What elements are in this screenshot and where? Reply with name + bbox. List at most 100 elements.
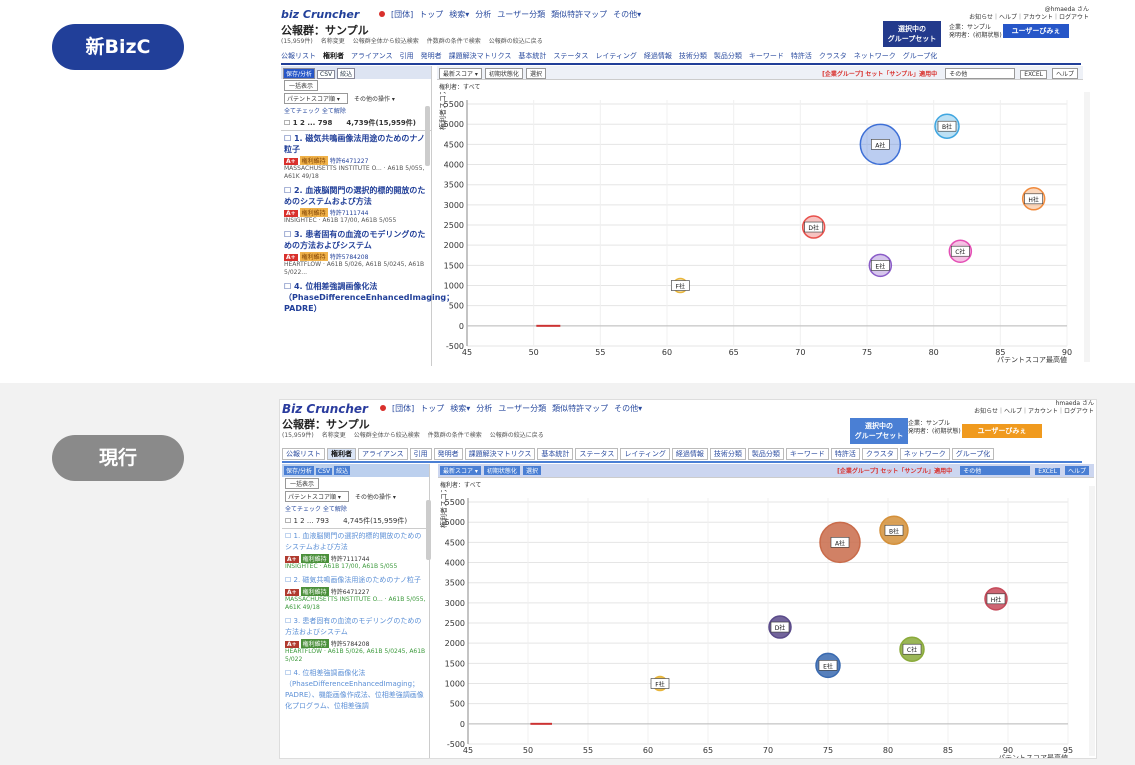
tab-1[interactable]: 権利者 [327, 448, 356, 460]
sort-select[interactable]: パテントスコア順 ▾ [284, 93, 348, 104]
tab-13[interactable]: 特許活 [791, 52, 812, 60]
top-nav-item[interactable]: その他▾ [613, 10, 641, 19]
check-all-link[interactable]: 全てチェック 全て解除 [281, 105, 431, 116]
help-button[interactable]: ヘルプ [1064, 466, 1089, 475]
bubble[interactable]: A社 [819, 521, 861, 564]
top-nav-item[interactable]: 類似特許マップ [551, 10, 607, 19]
pagination[interactable]: ☐ 1 2 ... 798 [284, 119, 332, 127]
list-item[interactable]: ☐ 4. 位相差強調画像化法（PhaseDifferenceEnhancedIm… [281, 279, 454, 316]
top-nav-item[interactable]: [団体] [391, 10, 413, 19]
bubble[interactable]: A社 [859, 123, 902, 166]
bubble[interactable]: D社 [801, 215, 826, 239]
patent-number[interactable]: 特許7111744 [330, 210, 369, 217]
portfolio-action[interactable]: 名称変更 [322, 432, 346, 439]
patent-number[interactable]: 特許5784208 [330, 254, 369, 261]
chart-tool-button[interactable]: 選択 [525, 68, 546, 79]
corp-line[interactable]: 企業：サンプル [949, 24, 1002, 32]
patent-title[interactable]: ☐ 1. 磁気共鳴画像法用途のためのナノ粒子 [284, 133, 428, 155]
logo[interactable]: Biz Cruncher [282, 402, 368, 416]
patent-title[interactable]: ☐ 3. 患者固有の血流のモデリングのための方法およびシステム [284, 229, 428, 251]
portfolio-action[interactable]: 件数群の条件で検索 [428, 432, 482, 439]
score-select[interactable]: 最新スコア ▾ [440, 466, 481, 475]
tab-0[interactable]: 公報リスト [282, 448, 325, 460]
excel-button[interactable]: EXCEL [1035, 468, 1060, 475]
list-item[interactable]: ☐ 2. 血液脳関門の選択的標的開放のためのシステムおよび方法 A+ 権利維持 特許7… [281, 183, 431, 227]
tab-6[interactable]: 基本統計 [518, 52, 546, 60]
top-nav-item[interactable]: ユーザー分類 [498, 404, 546, 413]
bubble[interactable]: F社 [671, 277, 690, 294]
portfolio-action[interactable]: 公報群の絞込に戻る [490, 432, 544, 439]
tab-3[interactable]: 引用 [400, 52, 414, 60]
tab-1[interactable]: 権利者 [323, 52, 344, 60]
chart-scrollbar[interactable] [1084, 92, 1090, 362]
ops-select[interactable]: その他の操作 ▾ [354, 96, 395, 103]
patent-title[interactable]: ☐ 2. 磁気共鳴画像法用途のためのナノ粒子 [285, 575, 426, 586]
list-item[interactable]: ☐ 1. 磁気共鳴画像法用途のためのナノ粒子 A+ 権利維持 特許6471227 MAS… [281, 131, 431, 183]
portfolio-action[interactable]: 名称変更 [321, 38, 345, 45]
bubble[interactable]: E社 [868, 253, 893, 278]
tab-0[interactable]: 公報リスト [281, 52, 316, 60]
tab-12[interactable]: キーワード [749, 52, 784, 60]
tab-14[interactable]: クラスタ [861, 448, 898, 460]
other-select[interactable]: その他 [945, 68, 1016, 79]
pagination[interactable]: ☐ 1 2 ... 793 [285, 517, 329, 525]
chart-tool-button[interactable]: 初期状態化 [483, 466, 520, 475]
tab-2[interactable]: アライアンス [358, 448, 408, 460]
display-all-button[interactable]: 一括表示 [284, 80, 319, 91]
top-nav-item[interactable]: トップ [419, 10, 443, 19]
user-line[interactable]: @hmaeda さん [969, 6, 1089, 14]
sidebar-tool-button[interactable]: 絞込 [337, 68, 356, 79]
top-nav-item[interactable]: 検索▾ [449, 10, 469, 19]
tab-12[interactable]: キーワード [785, 448, 829, 460]
patent-number[interactable]: 特許6471227 [330, 158, 369, 165]
user-line[interactable]: お知らせ｜ヘルプ｜アカウント｜ログアウト [969, 14, 1089, 22]
sidebar-tool-button[interactable]: 絞込 [334, 466, 351, 475]
tab-11[interactable]: 製品分類 [747, 448, 784, 460]
tab-2[interactable]: アライアンス [351, 52, 393, 60]
tab-7[interactable]: ステータス [553, 52, 588, 60]
bubble[interactable]: H社 [984, 587, 1008, 611]
group-set-button[interactable]: 選択中の グループセット [850, 418, 908, 444]
bubble[interactable]: E社 [815, 652, 841, 679]
chart-tool-button[interactable]: 選択 [522, 466, 541, 475]
sidebar-tool-button[interactable]: 保存/分析 [284, 466, 315, 475]
list-item[interactable]: ☐ 4. 位相差強調画像化法（PhaseDifferenceEnhancedIm… [282, 666, 429, 714]
group-set-button[interactable]: 選択中の グループセット [883, 21, 941, 47]
bubble[interactable]: F社 [650, 675, 670, 692]
portfolio-action[interactable]: 公報群の絞込に戻る [489, 38, 543, 45]
display-all-button[interactable]: 一括表示 [285, 478, 320, 489]
tab-16[interactable]: グループ化 [903, 52, 938, 60]
bubble[interactable]: B社 [934, 113, 960, 139]
tab-15[interactable]: ネットワーク [899, 448, 950, 460]
patent-number[interactable]: 特許7111744 [331, 556, 370, 563]
portfolio-action[interactable]: 公報群全体から絞込検索 [353, 38, 419, 45]
bubble[interactable]: C社 [948, 239, 973, 263]
corp-line[interactable]: 発明者：(初期状態) [908, 428, 961, 436]
top-nav-item[interactable]: [団体] [392, 404, 414, 413]
patent-title[interactable]: ☐ 2. 血液脳関門の選択的標的開放のためのシステムおよび方法 [284, 185, 428, 207]
logo[interactable]: biz Cruncher [281, 8, 359, 21]
tab-13[interactable]: 特許活 [830, 448, 860, 460]
patent-number[interactable]: 特許5784208 [331, 641, 370, 648]
top-nav-item[interactable]: 類似特許マップ [552, 404, 608, 413]
tab-11[interactable]: 製品分類 [714, 52, 742, 60]
tab-14[interactable]: クラスタ [819, 52, 847, 60]
group-applied-label[interactable]: [企業グループ] セット「サンプル」適用中 [819, 69, 940, 78]
other-select[interactable]: その他 [960, 466, 1031, 475]
list-item[interactable]: ☐ 3. 患者固有の血流のモデリングのための方法およびシステム A+ 権利維持 特許5… [281, 227, 431, 279]
top-nav-item[interactable]: ユーザー分類 [497, 10, 545, 19]
patent-title[interactable]: ☐ 4. 位相差強調画像化法（PhaseDifferenceEnhancedIm… [285, 668, 426, 712]
ops-select[interactable]: その他の操作 ▾ [355, 494, 396, 501]
top-nav-item[interactable]: 分析 [475, 10, 491, 19]
sidebar-tool-button[interactable]: 保存/分析 [283, 68, 316, 79]
tab-4[interactable]: 発明者 [421, 52, 442, 60]
top-nav-item[interactable]: 検索▾ [450, 404, 470, 413]
list-item[interactable]: ☐ 3. 患者固有の血流のモデリングのための方法およびシステム A+ 権利維持 特許5… [282, 614, 429, 666]
tab-8[interactable]: レイティング [620, 448, 670, 460]
group-applied-label[interactable]: [企業グループ] セット「サンプル」適用中 [834, 466, 955, 475]
help-button[interactable]: ヘルプ [1051, 68, 1078, 79]
user-classify-button[interactable]: ユーザーびみぇ [962, 424, 1042, 438]
sidebar-tool-button[interactable]: CSV [317, 70, 336, 79]
tab-10[interactable]: 技術分類 [709, 448, 746, 460]
bubble[interactable]: D社 [768, 615, 792, 639]
